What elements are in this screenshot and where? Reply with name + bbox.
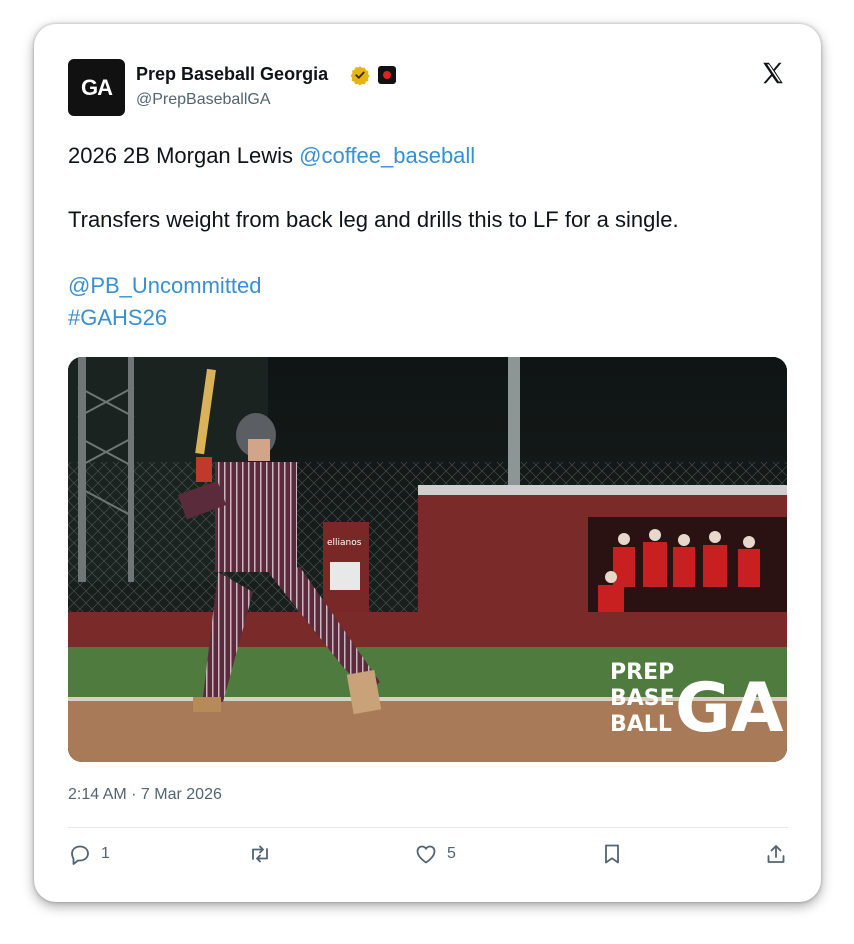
like-button[interactable]: 5: [414, 842, 456, 866]
svg-text:GA: GA: [675, 669, 784, 748]
divider: [68, 827, 788, 828]
verified-badge-icon: [350, 65, 370, 85]
author-display-name[interactable]: Prep Baseball Georgia: [136, 64, 328, 85]
author-handle[interactable]: @PrepBaseballGA: [136, 91, 271, 109]
action-bar: 1 5: [68, 842, 788, 872]
reply-button[interactable]: 1: [68, 842, 110, 866]
affiliate-badge-icon[interactable]: [378, 65, 397, 84]
reply-icon: [71, 845, 89, 865]
svg-text:BALL: BALL: [610, 712, 672, 737]
x-logo-icon[interactable]: [760, 60, 786, 86]
tweet-line-2: Transfers weight from back leg and drill…: [68, 207, 679, 232]
hashtag-gahs26[interactable]: #GAHS26: [68, 302, 167, 334]
tweet-line-1: 2026 2B Morgan Lewis @coffee_baseball: [68, 140, 475, 172]
author-name-row: Prep Baseball Georgia: [136, 64, 397, 85]
svg-text:PREP: PREP: [610, 660, 674, 685]
bookmark-icon: [605, 844, 619, 864]
tweet-media[interactable]: ellianos PREP BASE BALL GA: [68, 357, 787, 762]
retweet-icon: [252, 845, 268, 863]
mention-pb-uncommitted[interactable]: @PB_Uncommitted: [68, 270, 262, 302]
like-count: 5: [447, 845, 456, 862]
share-button[interactable]: [764, 842, 788, 866]
mention-coffee-baseball[interactable]: @coffee_baseball: [299, 143, 475, 168]
share-icon: [767, 845, 785, 863]
retweet-button[interactable]: [248, 842, 281, 866]
bookmark-button[interactable]: [600, 842, 624, 866]
reply-count: 1: [101, 845, 110, 862]
watermark: PREP BASE BALL GA: [610, 660, 784, 748]
tweet-line-1-text: 2026 2B Morgan Lewis: [68, 143, 300, 168]
svg-text:BASE: BASE: [610, 686, 675, 711]
tweet-card: GA Prep Baseball Georgia @PrepBaseballGA…: [34, 24, 821, 902]
avatar-text: GA: [81, 74, 113, 100]
media-image: ellianos PREP BASE BALL GA: [68, 357, 787, 762]
tweet-timestamp[interactable]: 2:14 AM · 7 Mar 2026: [68, 786, 222, 804]
like-icon: [416, 845, 436, 864]
sign-text: ellianos: [327, 538, 362, 548]
avatar[interactable]: GA: [68, 59, 125, 116]
